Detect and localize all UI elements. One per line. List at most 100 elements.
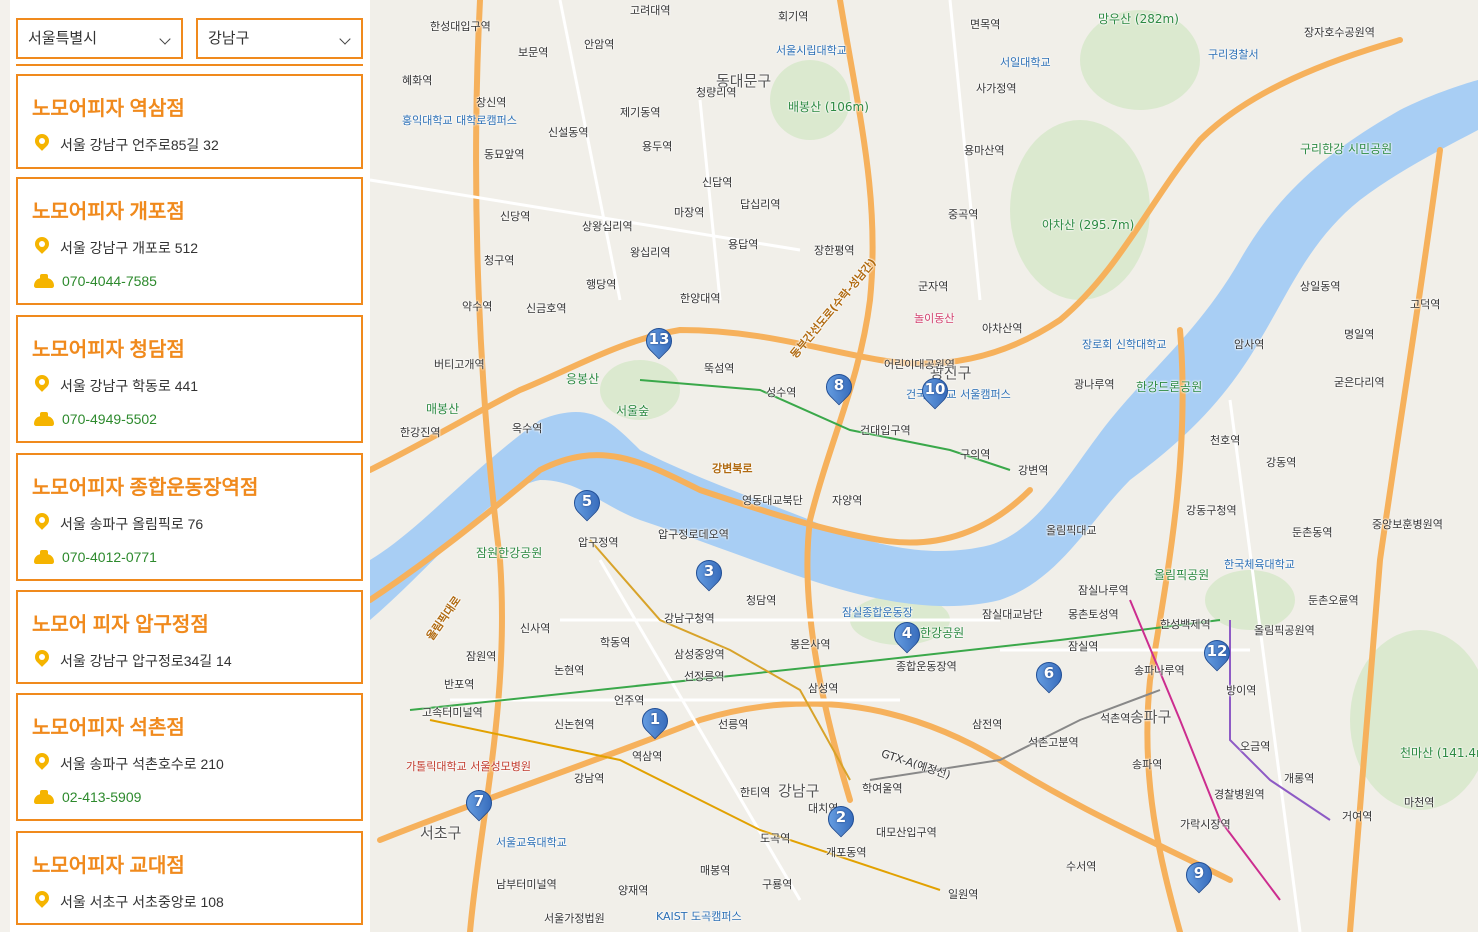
station-label[interactable]: 둔촌오륜역 xyxy=(1308,592,1359,608)
store-marker[interactable]: 13 xyxy=(640,322,678,366)
station-label[interactable]: 송파역 xyxy=(1132,756,1162,772)
station-label[interactable]: 삼전역 xyxy=(972,716,1002,732)
station-label[interactable]: 한성대입구역 xyxy=(430,18,491,34)
station-label[interactable]: 논현역 xyxy=(554,662,584,678)
station-label[interactable]: 한성백제역 xyxy=(1160,616,1211,632)
store-card[interactable]: 노모어피자 석촌점 서울 송파구 석촌호수로 210 02-413-5909 xyxy=(16,693,363,821)
station-label[interactable]: 잠실역 xyxy=(1068,638,1098,654)
station-label[interactable]: 둔촌동역 xyxy=(1292,524,1332,540)
store-marker[interactable]: 2 xyxy=(822,800,860,844)
station-label[interactable]: 강동역 xyxy=(1266,454,1296,470)
station-label[interactable]: 한양대역 xyxy=(680,290,720,306)
station-label[interactable]: 건대입구역 xyxy=(860,422,911,438)
store-marker[interactable]: 4 xyxy=(888,616,926,660)
station-label[interactable]: 신사역 xyxy=(520,620,550,636)
store-phone[interactable]: 070-4012-0771 xyxy=(34,548,157,566)
station-label[interactable]: 용답역 xyxy=(728,236,758,252)
station-label[interactable]: 버티고개역 xyxy=(434,356,485,372)
station-label[interactable]: 일원역 xyxy=(948,886,978,902)
station-label[interactable]: 옥수역 xyxy=(512,420,542,436)
station-label[interactable]: 잠실나루역 xyxy=(1078,582,1129,598)
station-label[interactable]: 중곡역 xyxy=(948,206,978,222)
station-label[interactable]: 약수역 xyxy=(462,298,492,314)
store-marker[interactable]: 7 xyxy=(460,784,498,828)
station-label[interactable]: 아차산역 xyxy=(982,320,1022,336)
station-label[interactable]: 회기역 xyxy=(778,8,808,24)
station-label[interactable]: 수서역 xyxy=(1066,858,1096,874)
station-label[interactable]: 송파나루역 xyxy=(1134,662,1185,678)
station-label[interactable]: 양재역 xyxy=(618,882,648,898)
store-phone[interactable]: 070-4044-7585 xyxy=(34,272,157,290)
station-label[interactable]: 압구정로데오역 xyxy=(658,526,729,542)
station-label[interactable]: 굳은다리역 xyxy=(1334,374,1385,390)
store-marker[interactable]: 9 xyxy=(1180,856,1218,900)
store-card[interactable]: 노모어피자 종합운동장역점 서울 송파구 올림픽로 76 070-4012-07… xyxy=(16,453,363,581)
station-label[interactable]: 자양역 xyxy=(832,492,862,508)
station-label[interactable]: 언주역 xyxy=(614,692,644,708)
station-label[interactable]: 거여역 xyxy=(1342,808,1372,824)
station-label[interactable]: 청담역 xyxy=(746,592,776,608)
station-label[interactable]: 반포역 xyxy=(444,676,474,692)
station-label[interactable]: 고려대역 xyxy=(630,2,670,18)
station-label[interactable]: 신금호역 xyxy=(526,300,566,316)
station-label[interactable]: 군자역 xyxy=(918,278,948,294)
station-label[interactable]: 강변역 xyxy=(1018,462,1048,478)
store-phone[interactable]: 02-413-5909 xyxy=(34,788,141,806)
store-phone[interactable]: 070-4949-5502 xyxy=(34,410,157,428)
station-label[interactable]: 장한평역 xyxy=(814,242,854,258)
station-label[interactable]: 남부터미널역 xyxy=(496,876,557,892)
station-label[interactable]: 사가정역 xyxy=(976,80,1016,96)
station-label[interactable]: 대모산입구역 xyxy=(876,824,937,840)
station-label[interactable]: 용두역 xyxy=(642,138,672,154)
station-label[interactable]: 광나루역 xyxy=(1074,376,1114,392)
station-label[interactable]: 성수역 xyxy=(766,384,796,400)
station-label[interactable]: 동묘앞역 xyxy=(484,146,524,162)
station-label[interactable]: 신설동역 xyxy=(548,124,588,140)
station-label[interactable]: 압구정역 xyxy=(578,534,618,550)
station-label[interactable]: 왕십리역 xyxy=(630,244,670,260)
station-label[interactable]: 매봉역 xyxy=(700,862,730,878)
store-card[interactable]: 노모어피자 개포점 서울 강남구 개포로 512 070-4044-7585 xyxy=(16,177,363,305)
station-label[interactable]: 천호역 xyxy=(1210,432,1240,448)
station-label[interactable]: 명일역 xyxy=(1344,326,1374,342)
station-label[interactable]: 고덕역 xyxy=(1410,296,1440,312)
station-label[interactable]: 석촌고분역 xyxy=(1028,734,1079,750)
station-label[interactable]: 용마산역 xyxy=(964,142,1004,158)
station-label[interactable]: 한강진역 xyxy=(400,424,440,440)
district-select[interactable]: 강남구 xyxy=(196,18,363,59)
station-label[interactable]: 혜화역 xyxy=(402,72,432,88)
store-marker[interactable]: 12 xyxy=(1198,634,1236,678)
station-label[interactable]: 삼성중앙역 xyxy=(674,646,725,662)
station-label[interactable]: 개포동역 xyxy=(826,844,866,860)
station-label[interactable]: 장자호수공원역 xyxy=(1304,24,1375,40)
station-label[interactable]: 올림픽공원역 xyxy=(1254,622,1315,638)
station-label[interactable]: 신답역 xyxy=(702,174,732,190)
station-label[interactable]: 중앙보훈병원역 xyxy=(1372,516,1443,532)
station-label[interactable]: 경찰병원역 xyxy=(1214,786,1265,802)
station-label[interactable]: 개롱역 xyxy=(1284,770,1314,786)
station-label[interactable]: 강남구청역 xyxy=(664,610,715,626)
station-label[interactable]: 안암역 xyxy=(584,36,614,52)
city-select[interactable]: 서울특별시 xyxy=(16,18,183,59)
station-label[interactable]: 행당역 xyxy=(586,276,616,292)
station-label[interactable]: 구의역 xyxy=(960,446,990,462)
station-label[interactable]: 방이역 xyxy=(1226,682,1256,698)
station-label[interactable]: 종합운동장역 xyxy=(896,658,957,674)
station-label[interactable]: 도곡역 xyxy=(760,830,790,846)
station-label[interactable]: 상왕십리역 xyxy=(582,218,633,234)
station-label[interactable]: 청량리역 xyxy=(696,84,736,100)
station-label[interactable]: 어린이대공원역 xyxy=(884,356,955,372)
store-marker[interactable]: 1 xyxy=(636,702,674,746)
store-card[interactable]: 노모어피자 역삼점 서울 강남구 언주로85길 32 xyxy=(16,74,363,169)
station-label[interactable]: 몽촌토성역 xyxy=(1068,606,1119,622)
station-label[interactable]: 창신역 xyxy=(476,94,506,110)
station-label[interactable]: 청구역 xyxy=(484,252,514,268)
station-label[interactable]: 선릉역 xyxy=(718,716,748,732)
station-label[interactable]: 마장역 xyxy=(674,204,704,220)
store-card[interactable]: 노모어 피자 압구정점 서울 강남구 압구정로34길 14 xyxy=(16,590,363,684)
station-label[interactable]: 석촌역 xyxy=(1100,710,1130,726)
store-marker[interactable]: 8 xyxy=(820,368,858,412)
store-marker[interactable]: 6 xyxy=(1030,656,1068,700)
station-label[interactable]: 학여울역 xyxy=(862,780,902,796)
store-card[interactable]: 노모어피자 청담점 서울 강남구 학동로 441 070-4949-5502 xyxy=(16,315,363,443)
